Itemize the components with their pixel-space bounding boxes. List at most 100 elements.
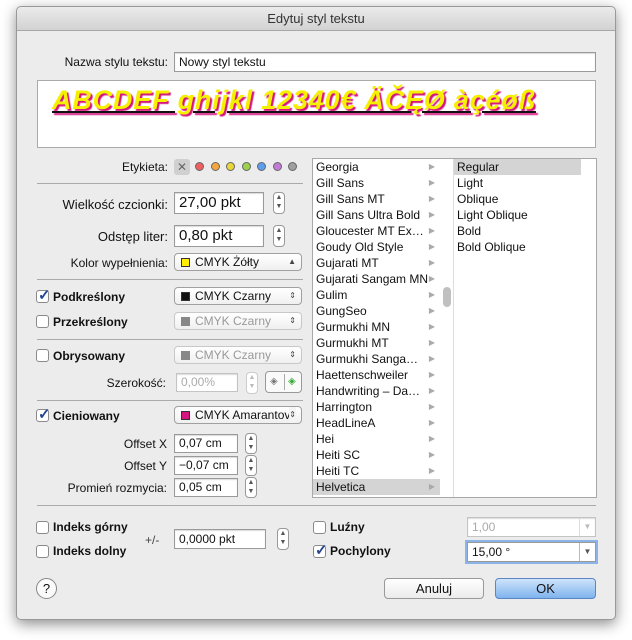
font-list-item[interactable]: Handwriting – Da… ▶ — [313, 383, 440, 399]
font-size-input[interactable]: 27,00 pkt — [174, 192, 264, 214]
cancel-button[interactable]: Anuluj — [384, 578, 484, 599]
label-color-dot[interactable] — [210, 162, 220, 171]
window-title: Edytuj styl tekstu — [17, 7, 615, 31]
superscript-label: Indeks górny — [53, 520, 128, 534]
font-name: HeadLineA — [316, 416, 376, 430]
outline-width-stepper[interactable]: ▲ ▼ — [246, 372, 258, 394]
font-style-item[interactable]: Regular — [454, 159, 581, 175]
font-family-list[interactable]: Georgia ▶ Gill Sans ▶ Gill Sans MT ▶ Gill Sans… — [313, 159, 440, 497]
offset-y-input[interactable]: −0,07 cm — [174, 456, 238, 475]
color-swatch — [181, 258, 190, 267]
ok-button[interactable]: OK — [495, 578, 596, 599]
font-list-item[interactable]: Gulim ▶ — [313, 287, 440, 303]
label-color-dot[interactable] — [257, 162, 266, 171]
outline-inside-icon[interactable]: ◈ — [288, 372, 296, 392]
font-style-item[interactable]: Bold Oblique — [454, 239, 581, 255]
submenu-arrow-icon: ▶ — [428, 386, 435, 395]
loose-checkbox[interactable] — [313, 521, 326, 534]
offset-x-stepper[interactable]: ▲ ▼ — [245, 433, 257, 454]
underline-color-popup[interactable]: CMYK Czarny ⇕ — [174, 287, 302, 305]
font-style-item[interactable]: Oblique — [454, 191, 581, 207]
baseline-stepper[interactable]: ▲ ▼ — [277, 528, 289, 550]
label-color-dot[interactable] — [226, 162, 235, 171]
font-list-item[interactable]: Gloucester MT Ex… ▶ — [313, 223, 440, 239]
submenu-arrow-icon: ▶ — [428, 258, 435, 267]
outline-checkbox[interactable] — [36, 349, 49, 362]
underline-checkbox[interactable] — [36, 286, 51, 304]
popup-arrows-icon: ⇕ — [289, 407, 296, 423]
font-list-item[interactable]: HeadLineA ▶ — [313, 415, 440, 431]
font-list-item[interactable]: Gill Sans MT ▶ — [313, 191, 440, 207]
offset-x-input[interactable]: 0,07 cm — [174, 434, 238, 453]
font-list-scrollbar[interactable] — [443, 287, 451, 307]
font-size-stepper[interactable]: ▲ ▼ — [273, 192, 285, 214]
font-list-item[interactable]: Gill Sans ▶ — [313, 175, 440, 191]
blur-stepper[interactable]: ▲ ▼ — [245, 477, 257, 498]
font-list-item[interactable]: Gill Sans Ultra Bold ▶ — [313, 207, 440, 223]
font-list-item[interactable]: Hei ▶ — [313, 431, 440, 447]
superscript-checkbox[interactable] — [36, 521, 49, 534]
font-list-item[interactable]: Gurmukhi Sanga… ▶ — [313, 351, 440, 367]
divider — [37, 279, 303, 280]
baseline-input[interactable]: 0,0000 pkt — [174, 529, 266, 549]
font-size-label: Wielkość czcionki: — [62, 197, 168, 212]
divider — [37, 400, 303, 401]
letter-spacing-stepper[interactable]: ▲ ▼ — [273, 225, 285, 247]
shadow-color-popup[interactable]: CMYK Amarantov ⇕ — [174, 406, 302, 424]
letter-spacing-input[interactable]: 0,80 pkt — [174, 225, 264, 247]
style-name-input[interactable]: Nowy styl tekstu — [174, 52, 596, 72]
strikethrough-checkbox[interactable] — [36, 315, 49, 328]
shadow-checkbox[interactable] — [36, 405, 51, 423]
offset-y-stepper[interactable]: ▲ ▼ — [245, 455, 257, 476]
font-style-item[interactable]: Light Oblique — [454, 207, 581, 223]
outline-width-input[interactable]: 0,00% — [176, 373, 238, 392]
font-list-item[interactable]: Gurmukhi MT ▶ — [313, 335, 440, 351]
label-color-dot[interactable] — [241, 162, 251, 171]
strikethrough-color-popup[interactable]: CMYK Czarny ⇕ — [174, 312, 302, 330]
submenu-arrow-icon: ▶ — [428, 226, 435, 235]
font-style-list[interactable]: Regular Light Oblique Light Oblique Bold Bold… — [453, 159, 581, 497]
italic-angle-value: 15,00 ° — [472, 545, 511, 559]
font-name: Gujarati MT — [316, 256, 379, 270]
outline-position-toggle[interactable]: ◈ ◈ — [265, 371, 302, 393]
font-list-item[interactable]: Haettenschweiler ▶ — [313, 367, 440, 383]
font-list-item[interactable]: Gujarati Sangam MN ▶ — [313, 271, 440, 287]
font-list-item[interactable]: Gurmukhi MN ▶ — [313, 319, 440, 335]
italic-angle-combo[interactable]: 15,00 ° ▼ — [467, 542, 596, 562]
label-color-dot[interactable] — [195, 162, 204, 171]
outline-color-popup[interactable]: CMYK Czarny ⇕ — [174, 346, 302, 364]
loose-combo[interactable]: 1,00 ▼ — [467, 517, 596, 537]
offset-x-label: Offset X — [123, 437, 167, 451]
font-list-item[interactable]: Harrington ▶ — [313, 399, 440, 415]
font-list-item[interactable]: Georgia ▶ — [313, 159, 440, 175]
font-style-item[interactable]: Light — [454, 175, 581, 191]
submenu-arrow-icon: ▶ — [428, 322, 435, 331]
font-name: Heiti TC — [316, 464, 360, 478]
outline-label: Obrysowany — [53, 349, 126, 363]
font-list-item[interactable]: Goudy Old Style ▶ — [313, 239, 440, 255]
no-label-x-icon[interactable]: ✕ — [174, 159, 190, 175]
submenu-arrow-icon: ▶ — [428, 482, 435, 491]
font-list-item[interactable]: Heiti TC ▶ — [313, 463, 440, 479]
font-style-item[interactable]: Bold — [454, 223, 581, 239]
subscript-checkbox[interactable] — [36, 545, 49, 558]
loose-label: Luźny — [330, 520, 365, 534]
label-color-dot[interactable] — [272, 162, 282, 171]
dropdown-arrow-icon[interactable]: ▼ — [579, 543, 595, 561]
dropdown-arrow-icon[interactable]: ▼ — [579, 518, 595, 536]
submenu-arrow-icon: ▶ — [428, 434, 435, 443]
popup-arrows-icon: ▲ — [288, 257, 296, 266]
outline-outside-icon[interactable]: ◈ — [270, 372, 278, 392]
fill-color-popup[interactable]: CMYK Żółty ▲ — [174, 253, 302, 271]
fill-color-label: Kolor wypełnienia: — [70, 256, 168, 270]
font-name: Gujarati Sangam MN — [316, 272, 429, 286]
font-name: Gurmukhi MT — [316, 336, 389, 350]
help-button[interactable]: ? — [36, 578, 57, 599]
font-list-item[interactable]: Helvetica ▶ — [313, 479, 440, 495]
blur-input[interactable]: 0,05 cm — [174, 478, 238, 497]
font-list-item[interactable]: GungSeo ▶ — [313, 303, 440, 319]
label-color-dot[interactable] — [288, 162, 297, 171]
font-list-item[interactable]: Gujarati MT ▶ — [313, 255, 440, 271]
font-list-item[interactable]: Heiti SC ▶ — [313, 447, 440, 463]
italic-checkbox[interactable] — [313, 541, 328, 559]
